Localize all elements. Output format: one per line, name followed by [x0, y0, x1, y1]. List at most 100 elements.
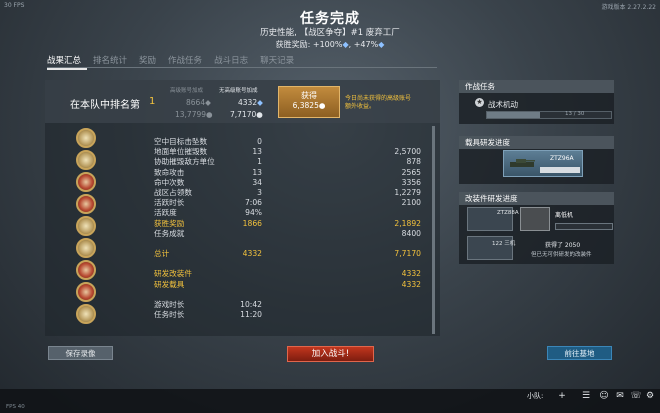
- stat-row: [154, 290, 434, 300]
- mission-progress-bar: [486, 111, 612, 119]
- stat-row: 命中次数 34 3356: [154, 178, 434, 188]
- premium-column-header: 高级账号加成: [170, 88, 204, 94]
- stat-reward: 4332: [401, 269, 421, 279]
- stat-reward: 2565: [401, 167, 421, 177]
- stat-reward: 4332: [401, 279, 421, 289]
- stat-name: 获胜奖励: [154, 218, 185, 228]
- medal-icon: [76, 150, 96, 170]
- obtain-premium-button[interactable]: 获得 6,3825●: [278, 86, 340, 118]
- stat-value: 4332: [242, 249, 262, 259]
- stat-reward: 8400: [401, 228, 421, 238]
- standard-sl: 7,7170●: [230, 110, 263, 119]
- stats-scrollbar[interactable]: [432, 126, 435, 334]
- stat-name: 致命攻击: [154, 167, 185, 177]
- medal-icon: [76, 304, 96, 324]
- bonus-sl: +47%: [353, 40, 379, 49]
- obtain-label: 获得: [301, 91, 317, 100]
- go-to-base-button[interactable]: 前往基地: [547, 346, 612, 360]
- rank-label: 在本队中排名第: [70, 100, 140, 111]
- stat-row: [154, 239, 434, 249]
- stat-value: 0: [257, 137, 262, 146]
- medal-icon: [76, 194, 96, 214]
- gold-icon: ●: [318, 101, 326, 110]
- modification-name-2: 离低机: [555, 212, 574, 219]
- stat-value: 1: [257, 157, 262, 167]
- stat-row: 游戏时长 10:42: [154, 300, 434, 310]
- no-modification-note: 但已无可供研发的改装件: [531, 252, 592, 258]
- stat-name: 总计: [154, 249, 170, 259]
- stat-row: 空中目标击坠数 0: [154, 137, 434, 147]
- premium-sl: 13,7799●: [175, 110, 213, 119]
- rank-number: 1: [149, 96, 156, 107]
- stat-name: 任务成就: [154, 228, 185, 238]
- stat-name: 研发载具: [154, 279, 185, 289]
- modification-progress-bar: [555, 223, 613, 230]
- stat-reward: 878: [406, 157, 422, 167]
- stats-table: 空中目标击坠数 0 地面单位摧毁数 13 2,5700 协助摧毁敌方单位 1 878 致命攻击 1…: [154, 137, 434, 320]
- stat-name: 命中次数: [154, 177, 185, 187]
- standard-rp: 4332◆: [238, 98, 263, 107]
- stat-row: 总计 4332 7,7170: [154, 249, 434, 259]
- win-bonus-line: 获胜奖励: +100%◆, +47%◆: [275, 40, 385, 49]
- silver-icon: ●: [256, 110, 263, 119]
- stat-row: 致命攻击 13 2565: [154, 168, 434, 178]
- fps-counter-bottom: FPS 40: [6, 404, 25, 410]
- stat-name: 活跃时长: [154, 198, 185, 208]
- obtain-value: 6,3825●: [292, 101, 326, 110]
- list-icon[interactable]: ☰: [580, 390, 592, 402]
- mission-name[interactable]: 战术机动: [488, 99, 518, 110]
- save-replay-button[interactable]: 保存录像: [48, 346, 113, 360]
- join-battle-button[interactable]: 加入战斗!: [287, 346, 374, 362]
- stat-name: 任务时长: [154, 310, 185, 320]
- stat-name: 战区占领数: [154, 187, 192, 197]
- tank-icon: [510, 159, 535, 167]
- rp-icon: ◆: [378, 40, 385, 49]
- mission-panel-title: 作战任务: [459, 80, 614, 93]
- squad-label: 小队:: [527, 392, 544, 400]
- stat-value: 10:42: [240, 300, 262, 309]
- page-title: 任务完成: [300, 11, 360, 27]
- chat-icon[interactable]: ☏: [630, 390, 642, 402]
- modification-name-1: ZTZ88A: [497, 210, 519, 216]
- premium-note: 今日尚未获得的高级账号额外收益。: [345, 95, 412, 110]
- medal-icon: [76, 260, 96, 280]
- stat-name: 研发改装件: [154, 269, 192, 279]
- stat-row: 战区占领数 3 1,2279: [154, 188, 434, 198]
- stat-value: 34: [252, 177, 262, 187]
- stat-row: 协助摧毁敌方单位 1 878: [154, 157, 434, 167]
- standard-column-header: 无高级账号加成: [219, 88, 258, 94]
- premium-rp: 8664◆: [186, 98, 211, 107]
- rp-gained-text: 获得了 2050: [545, 242, 581, 249]
- medal-icon: [76, 172, 96, 192]
- stat-value: 94%: [245, 208, 262, 218]
- friends-icon[interactable]: ☺: [598, 390, 610, 402]
- bonus-xp: +100%: [312, 40, 343, 49]
- stat-name: 协助摧毁敌方单位: [154, 157, 215, 167]
- stat-row: [154, 259, 434, 269]
- medal-icon: [76, 216, 96, 236]
- modification-name-3: 122 三机: [492, 241, 516, 247]
- medal-icon: [76, 282, 96, 302]
- stat-row: 地面单位摧毁数 13 2,5700: [154, 147, 434, 157]
- stat-name: 活跃度: [154, 208, 177, 218]
- mission-subtitle: 历史性能, 【战区争夺】#1 废弃工厂: [260, 28, 400, 38]
- stat-value: 13: [252, 147, 262, 157]
- mail-icon[interactable]: ✉: [614, 390, 626, 402]
- modification-panel-title: 改装件研发进度: [459, 192, 614, 205]
- add-squad-icon[interactable]: +: [556, 390, 568, 402]
- stat-value: 3: [257, 187, 262, 197]
- stat-value: 7:06: [244, 198, 262, 208]
- rp-icon: ◆: [342, 40, 349, 49]
- stat-value: 11:20: [240, 310, 262, 320]
- medal-icon: [76, 238, 96, 258]
- stat-name: 地面单位摧毁数: [154, 147, 208, 157]
- settings-icon[interactable]: ⚙: [644, 390, 656, 402]
- modification-card-2[interactable]: [520, 207, 550, 231]
- stat-name: 空中目标击坠数: [154, 137, 208, 146]
- stat-reward: 7,7170: [394, 249, 421, 259]
- vehicle-panel-title: 载具研发进度: [459, 136, 614, 149]
- stat-row: 研发载具 4332: [154, 280, 434, 290]
- stat-row: 任务成就 8400: [154, 229, 434, 239]
- mission-progress-text: 13 / 30: [565, 111, 585, 117]
- vehicle-progress-bar: [540, 167, 580, 173]
